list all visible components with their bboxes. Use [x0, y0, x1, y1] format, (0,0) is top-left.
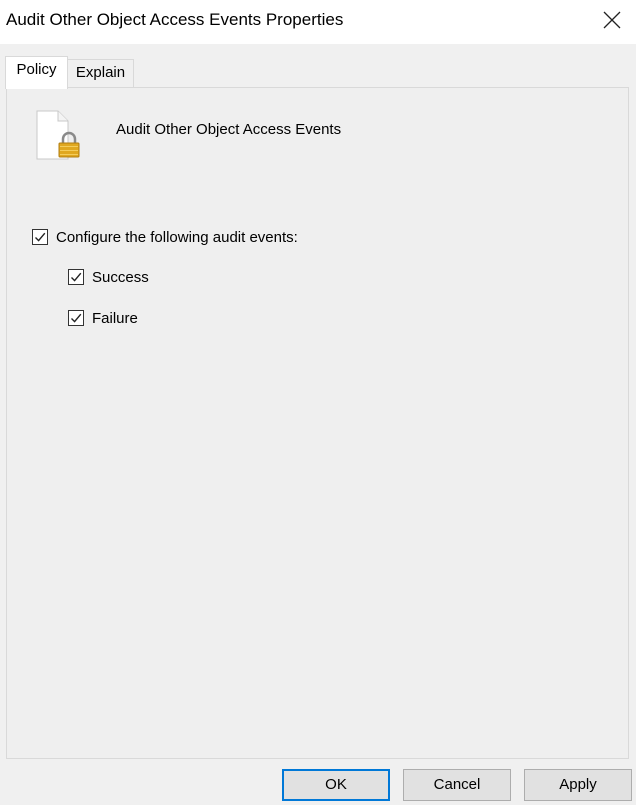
failure-label: Failure — [92, 309, 138, 327]
close-button[interactable] — [590, 0, 636, 40]
success-row: Success — [68, 267, 149, 287]
tab-policy-label: Policy — [16, 61, 57, 78]
cancel-button[interactable]: Cancel — [403, 769, 511, 801]
policy-document-lock-icon — [36, 110, 80, 160]
close-icon — [603, 11, 621, 29]
success-checkbox[interactable] — [68, 269, 84, 285]
title-bar: Audit Other Object Access Events Propert… — [0, 0, 636, 44]
configure-audit-events-row: Configure the following audit events: — [32, 227, 298, 247]
checkmark-icon — [71, 272, 82, 282]
checkmark-icon — [71, 313, 82, 323]
policy-name: Audit Other Object Access Events — [116, 121, 342, 138]
apply-button[interactable]: Apply — [524, 769, 632, 801]
failure-row: Failure — [68, 308, 138, 328]
configure-audit-events-checkbox[interactable] — [32, 229, 48, 245]
success-label: Success — [92, 268, 149, 286]
failure-checkbox[interactable] — [68, 310, 84, 326]
policy-tab-panel: Audit Other Object Access Events Configu… — [6, 87, 629, 759]
tab-strip: Policy Explain — [0, 44, 636, 89]
checkmark-icon — [35, 232, 46, 242]
window-title: Audit Other Object Access Events Propert… — [6, 10, 344, 29]
tab-policy[interactable]: Policy — [5, 56, 68, 89]
tab-explain-label: Explain — [75, 64, 126, 81]
ok-button[interactable]: OK — [282, 769, 390, 801]
configure-audit-events-label: Configure the following audit events: — [56, 228, 298, 246]
tab-explain[interactable]: Explain — [68, 59, 134, 88]
